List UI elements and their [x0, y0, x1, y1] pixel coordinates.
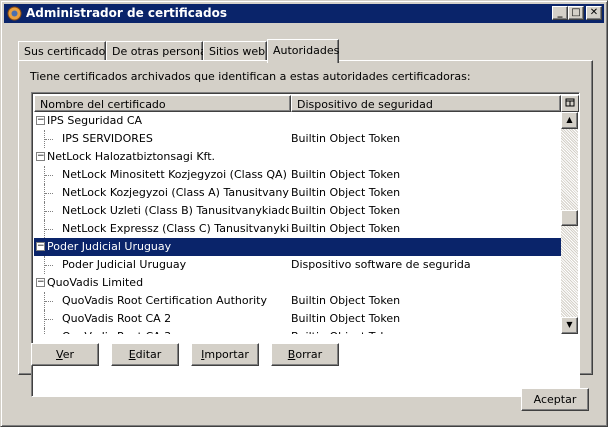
collapse-icon[interactable]: − [36, 116, 45, 125]
window-title: Administrador de certificados [26, 6, 227, 20]
tree-cert-row[interactable]: NetLock Minositett Kozjegyzoi (Class QA)… [34, 166, 561, 184]
cert-name: NetLock Expressz (Class C) Tanusitvanyki… [62, 222, 289, 235]
borrar-button[interactable]: Borrar [271, 343, 339, 366]
tree-connector-icon [44, 202, 54, 220]
tree-cert-row[interactable]: Poder Judicial Uruguay Dispositivo softwa… [34, 256, 561, 274]
button-label-rest: mportar [204, 348, 249, 361]
cert-name: QuoVadis Root Certification Authority [62, 294, 267, 307]
tab-autoridades[interactable]: Autoridades [267, 39, 339, 63]
tree-cert-row[interactable]: NetLock Uzleti (Class B) Tanusitvanykiad… [34, 202, 561, 220]
button-label-rest: orrar [295, 348, 323, 361]
tab-panel-autoridades: Tiene certificados archivados que identi… [18, 60, 593, 397]
tree-cert-row[interactable]: QuoVadis Root CA 3 Builtin Object Token [34, 328, 561, 334]
tree-connector-icon [44, 166, 54, 184]
tab-sus-certificados[interactable]: Sus certificados [18, 41, 111, 61]
tree-connector-icon [44, 292, 54, 310]
tree-connector-icon [44, 328, 54, 334]
cert-name: NetLock Kozjegyzoi (Class A) Tanusitvany… [62, 186, 289, 199]
tree-cert-row[interactable]: NetLock Expressz (Class C) Tanusitvanyki… [34, 220, 561, 238]
security-device: Builtin Object Token [291, 168, 401, 181]
tree-group-row[interactable]: − QuoVadis Limited [34, 274, 561, 292]
column-picker-icon [565, 98, 575, 107]
security-device: Builtin Object Token [291, 312, 401, 325]
tab-de-otras-personas[interactable]: De otras personas [106, 41, 212, 61]
tree-header: Nombre del certificado Dispositivo de se… [34, 95, 561, 112]
button-label-rest: ditar [135, 348, 162, 361]
button-label-rest: er [62, 348, 74, 361]
tree-cert-row[interactable]: QuoVadis Root Certification Authority Bui… [34, 292, 561, 310]
accesskey-letter: V [56, 348, 63, 361]
tree-group-row[interactable]: − IPS Seguridad CA [34, 112, 561, 130]
security-device: Builtin Object Token [291, 186, 401, 199]
security-device: Builtin Object Token [291, 330, 400, 334]
tree-connector-icon [44, 220, 54, 238]
security-device: Dispositivo software de segurida [291, 258, 471, 271]
accept-button[interactable]: Aceptar [521, 388, 589, 411]
collapse-icon[interactable]: − [36, 152, 45, 161]
column-header-name[interactable]: Nombre del certificado [34, 95, 291, 112]
maximize-button[interactable]: □ [568, 6, 584, 20]
cert-name: NetLock Minositett Kozjegyzoi (Class QA)… [62, 168, 289, 181]
column-picker-button[interactable] [561, 95, 579, 112]
tab-sitios-web[interactable]: Sitios web [203, 41, 267, 61]
security-device: Builtin Object Token [291, 222, 401, 235]
tree-connector-icon [44, 256, 54, 274]
collapse-icon[interactable]: − [36, 242, 45, 251]
tree-group-row[interactable]: − NetLock Halozatbiztonsagi Kft. [34, 148, 561, 166]
tree-cert-row[interactable]: QuoVadis Root CA 2 Builtin Object Token [34, 310, 561, 328]
tree-connector-icon [44, 184, 54, 202]
tree-group-row[interactable]: − Poder Judicial Uruguay [34, 238, 561, 256]
cert-name: Poder Judicial Uruguay [62, 258, 187, 271]
cert-name: Poder Judicial Uruguay [47, 240, 172, 253]
tree-connector-icon [44, 310, 54, 328]
tree-connector-icon [44, 130, 54, 148]
cert-name: IPS Seguridad CA [47, 114, 143, 127]
vertical-scrollbar[interactable]: ▲ ▼ [561, 112, 578, 334]
scroll-down-button[interactable]: ▼ [561, 317, 578, 334]
collapse-icon[interactable]: − [36, 278, 45, 287]
accesskey-letter: E [128, 348, 136, 361]
cert-name: IPS SERVIDORES [62, 132, 153, 145]
certificate-manager-window: Administrador de certificados _ □ ✕ Sus … [0, 0, 608, 427]
tree-cert-row[interactable]: IPS SERVIDORES Builtin Object Token [34, 130, 561, 148]
importar-button[interactable]: Importar [191, 343, 259, 366]
cert-name: QuoVadis Root CA 2 [62, 312, 172, 325]
cert-name: NetLock Uzleti (Class B) Tanusitvanykiad… [62, 204, 289, 217]
cert-name: NetLock Halozatbiztonsagi Kft. [47, 150, 216, 163]
title-bar[interactable]: Administrador de certificados _ □ ✕ [4, 4, 604, 23]
scroll-up-button[interactable]: ▲ [561, 112, 578, 129]
ver-button[interactable]: Ver [31, 343, 99, 366]
security-device: Builtin Object Token [291, 294, 401, 307]
cert-name: QuoVadis Root CA 3 [62, 330, 171, 334]
security-device: Builtin Object Token [291, 204, 401, 217]
security-device: Builtin Object Token [291, 132, 401, 145]
editar-button[interactable]: Editar [111, 343, 179, 366]
tree-rows: − IPS Seguridad CA IPS SERVIDORES Builtin O… [34, 112, 561, 334]
cert-name: QuoVadis Limited [47, 276, 144, 289]
close-button[interactable]: ✕ [586, 6, 602, 20]
scroll-thumb[interactable] [561, 210, 578, 226]
minimize-button[interactable]: _ [552, 6, 568, 20]
tree-cert-row[interactable]: NetLock Kozjegyzoi (Class A) Tanusitvany… [34, 184, 561, 202]
cert-manager-icon [7, 6, 22, 21]
column-header-device[interactable]: Dispositivo de seguridad [291, 95, 561, 112]
panel-description: Tiene certificados archivados que identi… [30, 70, 471, 83]
